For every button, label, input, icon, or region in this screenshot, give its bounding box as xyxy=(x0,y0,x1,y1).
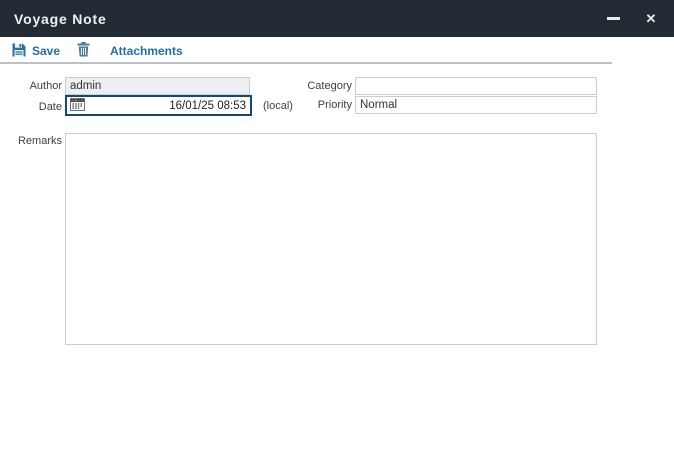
priority-field[interactable] xyxy=(355,96,597,114)
priority-label: Priority xyxy=(296,99,352,111)
minimize-button[interactable] xyxy=(598,0,628,37)
window-title: Voyage Note xyxy=(14,11,107,27)
close-icon: ✕ xyxy=(646,12,657,25)
attachments-button[interactable]: Attachments xyxy=(110,42,183,60)
toolbar-separator xyxy=(0,62,612,64)
category-field[interactable] xyxy=(355,77,597,95)
minimize-icon xyxy=(607,17,620,20)
calendar-icon xyxy=(70,98,85,114)
trash-icon xyxy=(77,42,90,60)
close-button[interactable]: ✕ xyxy=(636,0,666,37)
date-label: Date xyxy=(6,101,62,113)
author-field[interactable] xyxy=(65,77,250,95)
date-value: 16/01/25 08:53 xyxy=(85,100,250,112)
attachments-button-label: Attachments xyxy=(110,44,183,58)
save-button-label: Save xyxy=(32,44,60,58)
remarks-textarea[interactable] xyxy=(65,133,597,345)
save-button[interactable]: Save xyxy=(12,42,60,60)
save-icon xyxy=(12,43,26,60)
titlebar[interactable]: Voyage Note ✕ xyxy=(0,0,674,37)
category-label: Category xyxy=(296,80,352,92)
remarks-label: Remarks xyxy=(6,135,62,147)
delete-button[interactable] xyxy=(77,43,90,59)
calendar-picker-button[interactable] xyxy=(70,98,85,114)
voyage-note-dialog: Voyage Note ✕ Save xyxy=(0,0,674,468)
date-field[interactable]: 16/01/25 08:53 xyxy=(65,95,252,116)
date-local-suffix: (local) xyxy=(263,100,293,112)
author-label: Author xyxy=(6,80,62,92)
